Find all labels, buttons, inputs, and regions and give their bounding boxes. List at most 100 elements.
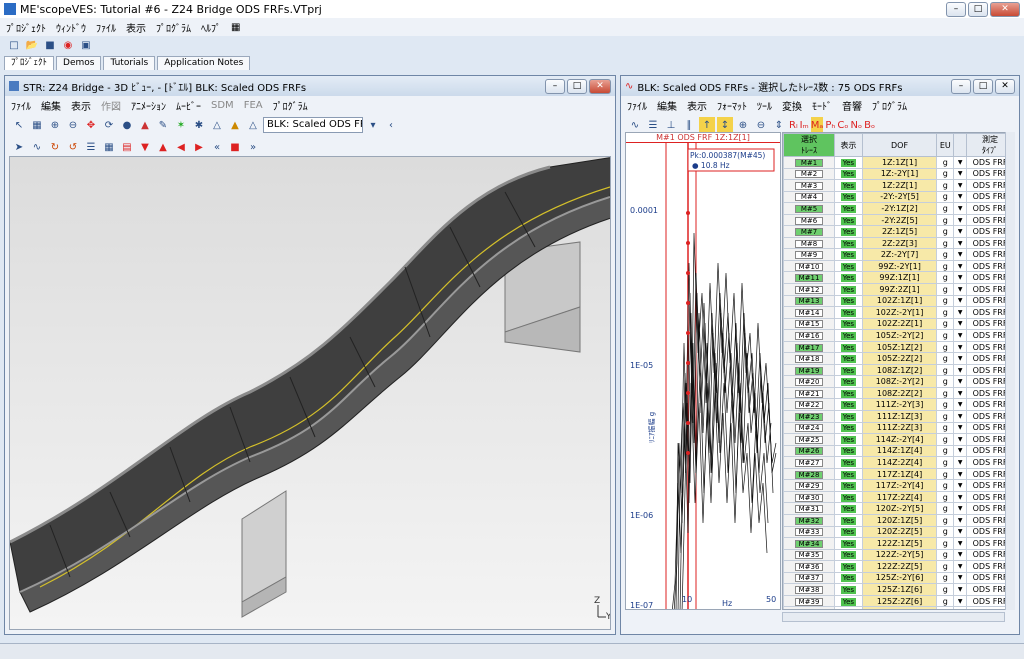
select-chip[interactable]: M#1 xyxy=(795,158,824,167)
table-row[interactable]: M#21 Yes 108Z:2Z[2] g ▼ ODS FRF xyxy=(783,386,1014,400)
select-chip[interactable]: M#27 xyxy=(795,458,824,467)
eu-dropdown-icon[interactable]: ▼ xyxy=(953,571,968,585)
show-toggle[interactable]: Yes xyxy=(840,355,857,364)
cluster-icon[interactable]: ✱ xyxy=(191,117,207,133)
select-chip[interactable]: M#17 xyxy=(795,343,824,352)
select-cell[interactable]: M#22 xyxy=(783,398,836,412)
eu-dropdown-icon[interactable]: ▼ xyxy=(953,456,968,469)
select-chip[interactable]: M#24 xyxy=(795,424,824,433)
eu-dropdown-icon[interactable]: ▼ xyxy=(953,386,968,400)
table-row[interactable]: M#22 Yes 111Z:-2Y[3] g ▼ ODS FRF xyxy=(783,398,1014,412)
select-cell[interactable]: M#24 xyxy=(783,421,836,435)
table-row[interactable]: M#32 Yes 120Z:1Z[5] g ▼ ODS FRF xyxy=(783,513,1014,527)
nyquist-icon[interactable]: Nₒ xyxy=(851,117,863,133)
table-row[interactable]: M#8 Yes 2Z:2Z[3] g ▼ ODS FRF xyxy=(783,236,1014,250)
eu-dropdown-icon[interactable]: ▼ xyxy=(953,410,968,423)
scale-icon[interactable]: ⇕ xyxy=(771,117,787,133)
select-chip[interactable]: M#33 xyxy=(795,528,824,537)
menu-help[interactable]: ﾍﾙﾌﾟ xyxy=(201,20,221,35)
select-cell[interactable]: M#25 xyxy=(783,433,836,446)
dof-cell[interactable]: 120Z:-2Y[5] xyxy=(861,502,938,515)
cursor-arrow-icon[interactable]: ➤ xyxy=(11,139,27,155)
eu-dropdown-icon[interactable]: ▼ xyxy=(953,537,968,550)
table-row[interactable]: M#19 Yes 108Z:1Z[2] g ▼ ODS FRF xyxy=(783,363,1014,377)
step-left-icon[interactable]: ◀ xyxy=(173,139,189,155)
table-row[interactable]: M#6 Yes -2Y:2Z[5] g ▼ ODS FRF xyxy=(783,213,1014,227)
dof-cell[interactable]: 102Z:1Z[1] xyxy=(861,294,938,308)
paint-icon[interactable]: ▲ xyxy=(137,117,153,133)
table-row[interactable]: M#36 Yes 122Z:2Z[5] g ▼ ODS FRF xyxy=(783,560,1014,573)
show-toggle[interactable]: Yes xyxy=(840,193,857,202)
phase-icon[interactable]: Pₕ xyxy=(825,117,835,133)
table-scrollbar-vertical[interactable] xyxy=(1005,132,1015,610)
eu-dropdown-icon[interactable]: ▼ xyxy=(953,421,968,435)
eu-cell[interactable]: g xyxy=(936,537,955,550)
dof-cell[interactable]: 117Z:2Z[4] xyxy=(861,490,938,504)
show-cell[interactable]: Yes xyxy=(834,317,863,331)
str-menu-file[interactable]: ﾌｧｲﾙ xyxy=(11,98,31,113)
blk-menu-transform[interactable]: 変換 xyxy=(782,98,802,113)
select-cell[interactable]: M#29 xyxy=(783,479,836,492)
select-chip[interactable]: M#22 xyxy=(795,401,824,410)
dof-cell[interactable]: 2Z:1Z[5] xyxy=(861,225,938,238)
select-cell[interactable]: M#5 xyxy=(783,202,836,215)
show-toggle[interactable]: Yes xyxy=(840,274,857,283)
dof-cell[interactable]: 1Z:1Z[1] xyxy=(861,156,938,169)
eu-cell[interactable]: g xyxy=(936,398,955,412)
mag-icon[interactable]: Mₐ xyxy=(810,117,824,133)
table-row[interactable]: M#3 Yes 1Z:2Z[1] g ▼ ODS FRF xyxy=(783,179,1014,192)
dof-cell[interactable]: 99Z:2Z[1] xyxy=(861,283,938,296)
grid-icon[interactable]: ▦ xyxy=(29,117,45,133)
eu-cell[interactable]: g xyxy=(936,271,955,284)
eu-dropdown-icon[interactable]: ▼ xyxy=(953,583,968,596)
eu-cell[interactable]: g xyxy=(936,421,955,435)
show-toggle[interactable]: Yes xyxy=(840,424,857,433)
blk-minimize-button[interactable]: – xyxy=(951,78,971,94)
blk-close-button[interactable]: ✕ xyxy=(995,78,1015,94)
show-cell[interactable]: Yes xyxy=(834,571,863,585)
eu-cell[interactable]: g xyxy=(936,560,955,573)
table-row[interactable]: M#13 Yes 102Z:1Z[1] g ▼ ODS FRF xyxy=(783,294,1014,308)
select-cell[interactable]: M#20 xyxy=(783,375,836,388)
show-toggle[interactable]: Yes xyxy=(840,320,857,329)
table-row[interactable]: M#38 Yes 125Z:1Z[6] g ▼ ODS FRF xyxy=(783,583,1014,596)
select-cell[interactable]: M#35 xyxy=(783,548,836,562)
eu-dropdown-icon[interactable]: ▼ xyxy=(953,236,968,250)
eu-cell[interactable]: g xyxy=(936,329,955,342)
dof-cell[interactable]: 2Z:2Z[3] xyxy=(861,236,938,250)
blk-restore-button[interactable]: □ xyxy=(973,78,993,94)
eu-dropdown-icon[interactable]: ▼ xyxy=(953,363,968,377)
step-right-icon[interactable]: ▶ xyxy=(191,139,207,155)
dof-cell[interactable]: 105Z:1Z[2] xyxy=(861,340,938,354)
show-cell[interactable]: Yes xyxy=(834,467,863,481)
str-minimize-button[interactable]: – xyxy=(545,78,565,94)
eu-cell[interactable]: g xyxy=(936,525,955,539)
select-chip[interactable]: M#28 xyxy=(795,470,824,479)
table-scrollbar-horizontal[interactable] xyxy=(782,612,1005,622)
eu-cell[interactable]: g xyxy=(936,606,955,609)
select-chip[interactable]: M#4 xyxy=(795,193,824,202)
show-cell[interactable]: Yes xyxy=(834,375,863,388)
show-cell[interactable]: Yes xyxy=(834,352,863,365)
show-toggle[interactable]: Yes xyxy=(840,262,857,271)
eu-cell[interactable]: g xyxy=(936,190,955,204)
dof-cell[interactable]: 111Z:-2Y[3] xyxy=(861,398,938,412)
select-cell[interactable]: M#34 xyxy=(783,537,836,550)
show-toggle[interactable]: Yes xyxy=(840,366,857,375)
real-icon[interactable]: Rₗ xyxy=(789,117,798,133)
table-row[interactable]: M#16 Yes 105Z:-2Y[2] g ▼ ODS FRF xyxy=(783,329,1014,342)
select-cell[interactable]: M#31 xyxy=(783,502,836,515)
star-icon[interactable]: ✶ xyxy=(173,117,189,133)
eu-cell[interactable]: g xyxy=(936,213,955,227)
table-row[interactable]: M#25 Yes 114Z:-2Y[4] g ▼ ODS FRF xyxy=(783,433,1014,446)
show-toggle[interactable]: Yes xyxy=(841,609,856,610)
table-row[interactable]: M#12 Yes 99Z:2Z[1] g ▼ ODS FRF xyxy=(783,283,1014,296)
grid2-icon[interactable]: ▦ xyxy=(101,139,117,155)
show-cell[interactable]: Yes xyxy=(834,248,863,261)
table-row[interactable]: M#37 Yes 125Z:-2Y[6] g ▼ ODS FRF xyxy=(783,571,1014,585)
dof-cell[interactable]: 122Z:2Z[5] xyxy=(861,560,938,573)
select-chip[interactable]: M#15 xyxy=(795,320,824,329)
show-cell[interactable]: Yes xyxy=(834,502,863,515)
tab-demos[interactable]: Demos xyxy=(56,56,102,70)
dof-cell[interactable]: 125Z:-2Y[6] xyxy=(861,571,938,585)
